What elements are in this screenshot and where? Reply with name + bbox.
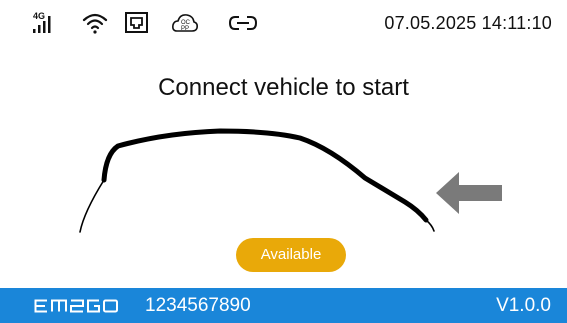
brand-logo <box>34 299 118 313</box>
footer-bar: 1234567890 V1.0.0 <box>0 288 567 323</box>
status-badge: Available <box>236 238 346 272</box>
serial-number: 1234567890 <box>145 295 251 316</box>
insert-arrow-icon <box>436 172 502 214</box>
firmware-version: V1.0.0 <box>496 295 551 316</box>
car-silhouette-icon <box>79 128 435 233</box>
